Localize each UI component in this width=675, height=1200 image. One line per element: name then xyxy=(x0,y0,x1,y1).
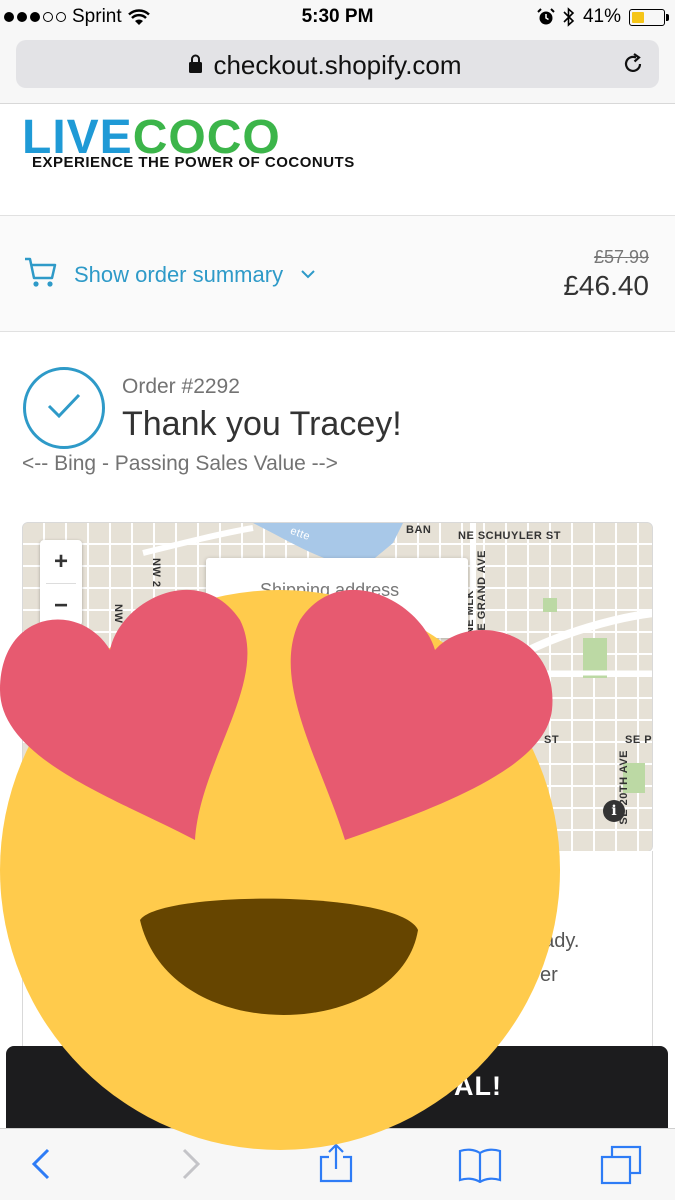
reload-icon[interactable] xyxy=(621,52,645,76)
bluetooth-icon xyxy=(563,7,575,27)
original-price: £57.99 xyxy=(593,247,649,267)
tabs-icon[interactable] xyxy=(600,1145,642,1185)
thank-you-heading: Thank you Tracey! xyxy=(122,405,402,443)
store-header: LIVECOCO EXPERIENCE THE POWER OF COCONUT… xyxy=(0,104,675,216)
show-order-summary-link[interactable]: Show order summary xyxy=(74,262,283,288)
tracking-comment-text: <-- Bing - Passing Sales Value --> xyxy=(22,452,338,475)
order-summary-bar[interactable]: Show order summary £57.99 £46.40 xyxy=(0,216,675,332)
address-bar[interactable]: checkout.shopify.com xyxy=(16,40,659,88)
total-price: £46.40 xyxy=(563,270,649,301)
cart-icon xyxy=(25,257,57,287)
order-confirmed-check-icon xyxy=(23,367,105,449)
order-number: Order #2292 xyxy=(122,375,240,398)
store-tagline: EXPERIENCE THE POWER OF COCONUTS xyxy=(32,154,355,171)
map-street-label: BAN xyxy=(406,524,432,536)
status-bar: Sprint 5:30 PM 41% xyxy=(0,0,675,34)
map-street-label: SE P xyxy=(625,734,653,746)
chevron-down-icon xyxy=(301,270,315,279)
battery-percent: 41% xyxy=(582,6,621,27)
url-text: checkout.shopify.com xyxy=(213,50,462,80)
map-info-icon[interactable]: i xyxy=(603,800,625,822)
alarm-icon xyxy=(537,8,555,25)
map-street-label: NE SCHUYLER ST xyxy=(458,530,561,542)
battery-icon xyxy=(629,8,669,26)
heart-eyes-emoji-icon xyxy=(0,589,560,1150)
browser-address-area: checkout.shopify.com xyxy=(0,34,675,104)
